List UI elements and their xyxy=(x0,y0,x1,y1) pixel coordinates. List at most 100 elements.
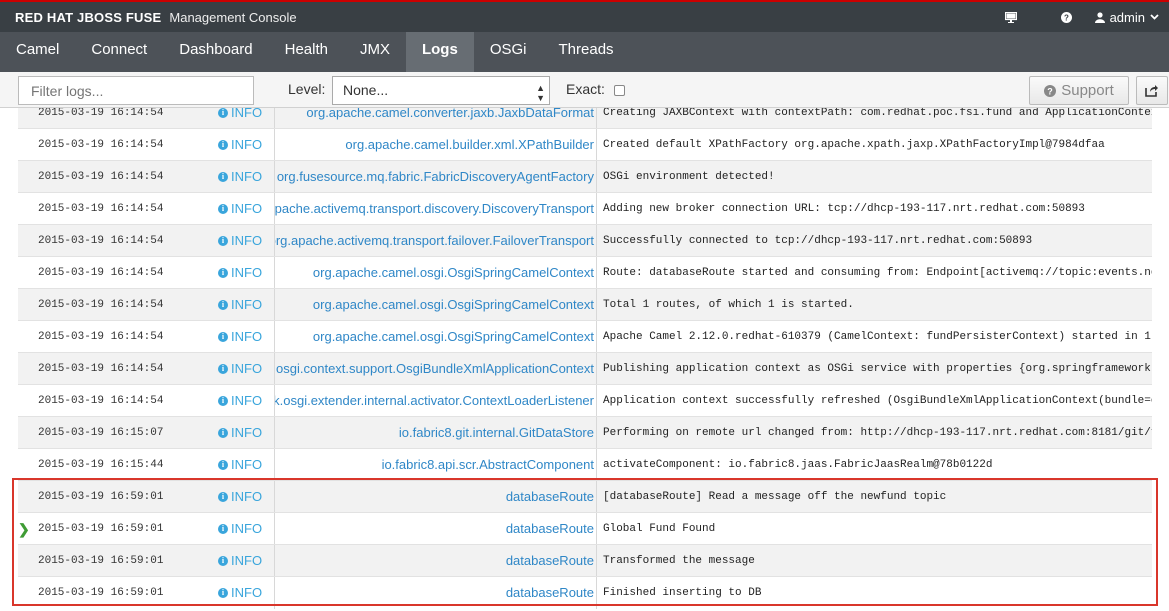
log-timestamp: 2015-03-19 16:59:01 xyxy=(38,554,164,567)
exact-checkbox[interactable] xyxy=(614,85,625,96)
log-logger[interactable]: org.springframework.osgi.context.support… xyxy=(274,352,596,385)
log-level: i INFO xyxy=(218,585,274,600)
log-level-label: INFO xyxy=(231,521,263,536)
log-message: Route: databaseRoute started and consumi… xyxy=(596,256,1152,289)
log-logger[interactable]: org.fusesource.mq.fabric.FabricDiscovery… xyxy=(274,160,596,193)
log-timestamp: 2015-03-19 16:15:44 xyxy=(38,458,164,471)
tab-jmx[interactable]: JMX xyxy=(344,32,406,72)
log-message: Global Fund Found xyxy=(596,512,1152,545)
log-level: i INFO xyxy=(218,361,274,376)
log-level: i INFO xyxy=(218,393,274,408)
log-row[interactable]: 2015-03-19 16:14:54 i INFO org.apache.activ… xyxy=(18,192,1152,225)
log-logger-name: io.fabric8.api.scr.AbstractComponent xyxy=(381,456,594,472)
tab-connect[interactable]: Connect xyxy=(75,32,163,72)
log-logger[interactable]: io.fabric8.api.scr.AbstractComponent xyxy=(274,448,596,481)
info-icon: i xyxy=(218,267,228,278)
log-logger[interactable]: org.springframework.osgi.extender.intern… xyxy=(274,384,596,417)
tab-osgi[interactable]: OSGi xyxy=(474,32,543,72)
log-logger[interactable]: databaseRoute xyxy=(274,512,596,545)
tab-camel[interactable]: Camel xyxy=(0,32,75,72)
level-select-value: None... xyxy=(343,82,389,98)
brand-logo-text: RED HAT JBOSS FUSE xyxy=(15,9,162,25)
log-logger[interactable]: databaseRoute xyxy=(274,544,596,577)
log-message: Finished inserting to DB xyxy=(596,576,1152,609)
info-icon: i xyxy=(218,395,228,406)
log-level-label: INFO xyxy=(231,489,263,504)
log-row[interactable]: 2015-03-19 16:14:54 i INFO org.apache.activ… xyxy=(18,224,1152,257)
log-timestamp: 2015-03-19 16:14:54 xyxy=(38,138,164,151)
log-logger-name: databaseRoute xyxy=(505,584,594,600)
log-logger[interactable]: org.apache.camel.builder.xml.XPathBuilde… xyxy=(274,128,596,161)
log-timestamp: 2015-03-19 16:14:54 xyxy=(38,234,164,247)
log-level: i INFO xyxy=(218,137,274,152)
log-logger[interactable]: org.apache.camel.osgi.OsgiSpringCamelCon… xyxy=(274,288,596,321)
log-logger-name: org.apache.camel.osgi.OsgiSpringCamelCon… xyxy=(312,328,594,344)
log-logger-name: org.apache.camel.osgi.OsgiSpringCamelCon… xyxy=(312,296,594,312)
log-row[interactable]: 2015-03-19 16:14:54iINFOorg.springframew… xyxy=(18,352,1152,385)
log-logger-name: org.springframework.osgi.context.support… xyxy=(274,360,594,376)
log-table[interactable]: 2015-03-19 16:14:54 i INFO org.apache.camel… xyxy=(18,96,1152,611)
log-logger[interactable]: org.apache.activemq.transport.failover.F… xyxy=(274,224,596,257)
log-logger[interactable]: org.apache.camel.osgi.OsgiSpringCamelCon… xyxy=(274,256,596,289)
log-timestamp: 2015-03-19 16:14:54 xyxy=(38,298,164,311)
log-level-label: INFO xyxy=(231,329,263,344)
log-message: Adding new broker connection URL: tcp://… xyxy=(596,192,1152,225)
tab-logs[interactable]: Logs xyxy=(405,32,474,72)
log-level-label: INFO xyxy=(231,457,263,472)
log-logger-name: io.fabric8.git.internal.GitDataStore xyxy=(398,424,594,440)
monitor-icon[interactable] xyxy=(983,11,1039,23)
log-row[interactable]: 2015-03-19 16:59:01 i INFO databaseRoute Tra… xyxy=(18,544,1152,577)
level-select[interactable]: None... ▲ ▼ xyxy=(332,76,550,105)
user-menu[interactable]: admin xyxy=(1094,10,1159,25)
log-level: i INFO xyxy=(218,265,274,280)
main-nav: Camel Connect Dashboard Health JMX Logs … xyxy=(0,32,1169,72)
log-row[interactable]: 2015-03-19 16:15:07 i INFO io.fabric8.git.i… xyxy=(18,416,1152,449)
info-icon: i xyxy=(218,427,228,438)
tab-health[interactable]: Health xyxy=(269,32,344,72)
log-row[interactable]: 2015-03-19 16:15:44 i INFO io.fabric8.api.s… xyxy=(18,448,1152,481)
log-filter-bar: Level: None... ▲▼ Exact: ? Support xyxy=(0,72,1169,108)
user-icon xyxy=(1094,11,1105,23)
log-logger-name: databaseRoute xyxy=(505,488,594,504)
log-logger[interactable]: org.apache.camel.osgi.OsgiSpringCamelCon… xyxy=(274,320,596,353)
log-timestamp: 2015-03-19 16:14:54 xyxy=(38,106,164,119)
log-logger[interactable]: io.fabric8.git.internal.GitDataStore xyxy=(274,416,596,449)
tab-threads[interactable]: Threads xyxy=(543,32,630,72)
log-timestamp: 2015-03-19 16:14:54 xyxy=(38,266,164,279)
log-row[interactable]: 2015-03-19 16:14:54 i INFO org.apache.camel… xyxy=(18,288,1152,321)
info-icon: i xyxy=(218,171,228,182)
log-row[interactable]: 2015-03-19 16:59:01 i INFO databaseRoute [da… xyxy=(18,480,1152,513)
help-icon[interactable]: ? xyxy=(1039,11,1095,23)
log-row[interactable]: 2015-03-19 16:14:54 i INFO org.apache.camel… xyxy=(18,256,1152,289)
log-timestamp: 2015-03-19 16:59:01 xyxy=(38,490,164,503)
info-icon: i xyxy=(218,587,228,598)
log-row[interactable]: 2015-03-19 16:59:01 i INFO databaseRoute Fin… xyxy=(18,576,1152,609)
chevron-down-icon xyxy=(1150,14,1159,20)
log-logger[interactable]: databaseRoute xyxy=(274,480,596,513)
support-button[interactable]: ? Support xyxy=(1029,76,1129,105)
log-level: i INFO xyxy=(218,521,274,536)
log-row[interactable]: ❯ 2015-03-19 16:59:01 i INFO databaseRoute Gl… xyxy=(18,512,1152,545)
log-message: Created default XPathFactory org.apache.… xyxy=(596,128,1152,161)
log-level-label: INFO xyxy=(231,169,263,184)
export-button[interactable] xyxy=(1136,76,1168,105)
log-logger[interactable]: org.apache.activemq.transport.discovery.… xyxy=(274,192,596,225)
log-logger-name: org.apache.activemq.transport.discovery.… xyxy=(274,200,594,216)
log-row[interactable]: 2015-03-19 16:14:54 i INFO org.apache.camel… xyxy=(18,128,1152,161)
help-glyph: ? xyxy=(1064,13,1069,22)
info-icon: i xyxy=(218,491,228,502)
tab-dashboard[interactable]: Dashboard xyxy=(163,32,268,72)
log-row[interactable]: 2015-03-19 16:14:54 i INFO org.fusesource.m… xyxy=(18,160,1152,193)
filter-logs-input[interactable] xyxy=(18,76,254,105)
log-level-label: INFO xyxy=(231,393,263,408)
log-logger-name: databaseRoute xyxy=(505,552,594,568)
log-logger-name: org.fusesource.mq.fabric.FabricDiscovery… xyxy=(276,168,594,184)
selected-row-arrow-icon: ❯ xyxy=(18,521,30,537)
log-row[interactable]: 2015-03-19 16:14:54 i INFO org.apache.camel… xyxy=(18,320,1152,353)
log-row[interactable]: 2015-03-19 16:14:54iINFOorg.springframew… xyxy=(18,384,1152,417)
log-logger[interactable]: databaseRoute xyxy=(274,576,596,609)
exact-label: Exact: xyxy=(566,81,605,97)
support-label: Support xyxy=(1061,82,1114,99)
info-icon: i xyxy=(218,203,228,214)
select-arrows-icon: ▲ ▼ xyxy=(536,83,545,103)
